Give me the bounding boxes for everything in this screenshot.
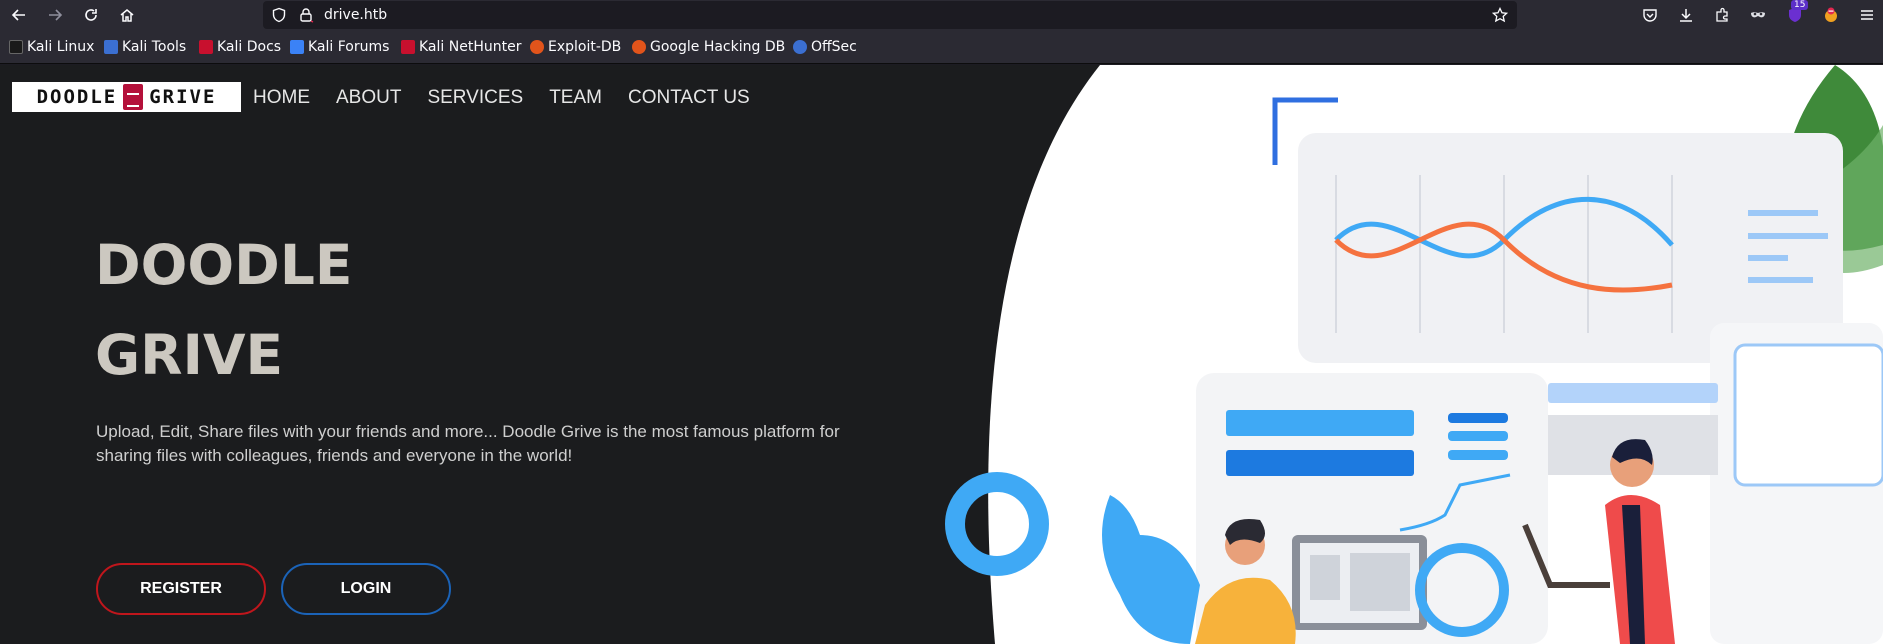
logo-text-right: GRIVE	[149, 86, 217, 108]
bookmarks-bar: Kali Linux Kali Tools Kali Docs Kali For…	[0, 30, 1883, 64]
pocket-icon[interactable]	[1638, 3, 1662, 27]
bookmark-kali-docs[interactable]: Kali Docs	[199, 39, 281, 55]
shield-icon[interactable]	[271, 7, 287, 23]
bookmark-offsec[interactable]: OffSec	[793, 39, 857, 55]
nav-team[interactable]: TEAM	[549, 87, 602, 109]
nav-services[interactable]: SERVICES	[427, 87, 523, 109]
document-icon	[123, 84, 144, 110]
hero-illustration	[945, 65, 1883, 644]
bookmark-kali-forums[interactable]: Kali Forums	[290, 39, 389, 55]
bookmark-label: Kali Linux	[27, 39, 95, 55]
bookmark-kali-nethunter[interactable]: Kali NetHunter	[401, 39, 521, 55]
logo-text-left: DOODLE	[36, 86, 118, 108]
hero-description: Upload, Edit, Share files with your frie…	[96, 422, 840, 465]
exploit-db-icon	[530, 40, 544, 54]
star-icon[interactable]	[1491, 6, 1509, 23]
bookmark-label: OffSec	[811, 39, 857, 55]
download-icon[interactable]	[1674, 3, 1698, 27]
extensions-icon[interactable]	[1710, 3, 1734, 27]
menu-icon[interactable]	[1855, 3, 1879, 27]
bookmark-google-hacking-db[interactable]: Google Hacking DB	[632, 39, 785, 55]
bookmark-label: Kali NetHunter	[419, 39, 522, 55]
hero-title: DOODLE GRIVE	[95, 220, 352, 400]
bookmark-kali-tools[interactable]: Kali Tools	[104, 39, 186, 55]
register-button[interactable]: REGISTER	[96, 563, 266, 615]
url-bar[interactable]: drive.htb	[263, 1, 1517, 29]
site-logo[interactable]: DOODLE GRIVE	[12, 82, 241, 112]
reload-icon[interactable]	[79, 3, 103, 27]
url-text[interactable]: drive.htb	[324, 7, 387, 23]
login-button[interactable]: LOGIN	[281, 563, 451, 615]
back-icon[interactable]	[7, 3, 31, 27]
hero-title-line1: DOODLE	[95, 233, 353, 297]
forward-icon[interactable]	[43, 3, 67, 27]
kali-docs-icon	[199, 40, 213, 54]
mask-icon[interactable]	[1746, 3, 1770, 27]
kali-forums-icon	[290, 40, 304, 54]
bookmark-label: Kali Forums	[308, 39, 390, 55]
extension-badge: 15	[1791, 0, 1809, 10]
bookmark-label: Kali Docs	[217, 39, 282, 55]
hero-title-line2: GRIVE	[95, 323, 284, 387]
nav-home[interactable]: HOME	[253, 87, 310, 109]
home-icon[interactable]	[115, 3, 139, 27]
kali-nethunter-icon	[401, 40, 415, 54]
bookmark-label: Google Hacking DB	[650, 39, 786, 55]
bookmark-label: Exploit-DB	[548, 39, 622, 55]
nav-about[interactable]: ABOUT	[336, 87, 401, 109]
profile-icon[interactable]	[1819, 3, 1843, 27]
bookmark-label: Kali Tools	[122, 39, 187, 55]
bookmark-kali-linux[interactable]: Kali Linux	[9, 39, 94, 55]
browser-toolbar: drive.htb 15	[0, 0, 1883, 30]
main-nav: HOME ABOUT SERVICES TEAM CONTACT US	[253, 87, 750, 109]
web-page: DOODLE GRIVE HOME ABOUT SERVICES TEAM CO…	[0, 65, 1883, 644]
google-hacking-db-icon	[632, 40, 646, 54]
nav-contact-us[interactable]: CONTACT US	[628, 87, 750, 109]
kali-linux-icon	[9, 40, 23, 54]
kali-tools-icon	[104, 40, 118, 54]
bookmark-exploit-db[interactable]: Exploit-DB	[530, 39, 621, 55]
offsec-icon	[793, 40, 807, 54]
lock-icon[interactable]	[298, 7, 314, 23]
